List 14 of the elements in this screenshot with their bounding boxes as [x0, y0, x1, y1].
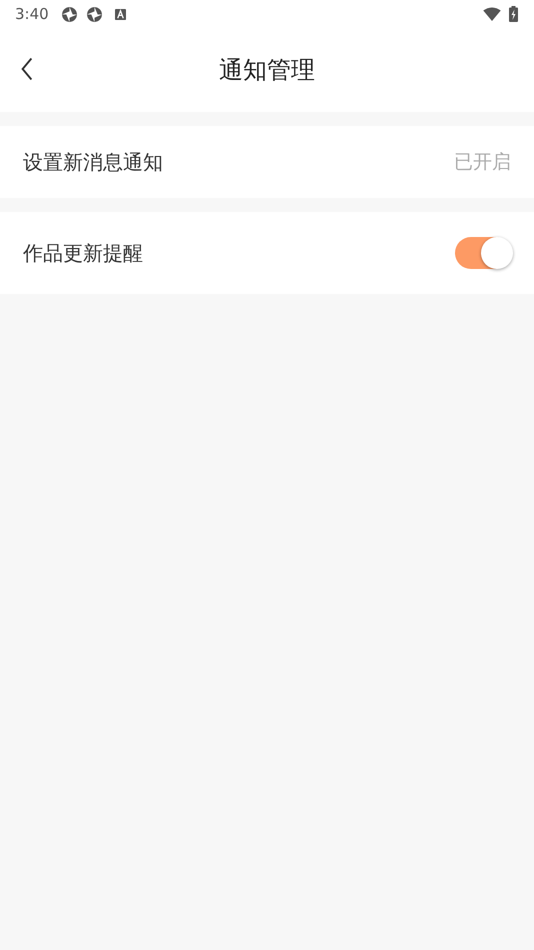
app-notification-icon	[60, 6, 78, 22]
app-notification-icon	[86, 6, 103, 22]
toggle-switch[interactable]	[455, 237, 511, 269]
setting-label: 作品更新提醒	[23, 240, 143, 266]
battery-icon	[509, 6, 518, 22]
wifi-icon	[483, 7, 501, 21]
page-title: 通知管理	[219, 55, 315, 86]
setting-label: 设置新消息通知	[23, 148, 163, 176]
settings-row[interactable]: 作品更新提醒	[0, 212, 534, 294]
settings-row[interactable]: 设置新消息通知 已开启	[0, 126, 534, 198]
setting-value: 已开启	[454, 150, 511, 175]
status-time: 3:40	[15, 5, 49, 23]
back-icon[interactable]	[20, 56, 34, 82]
keyboard-notification-icon	[114, 8, 126, 20]
